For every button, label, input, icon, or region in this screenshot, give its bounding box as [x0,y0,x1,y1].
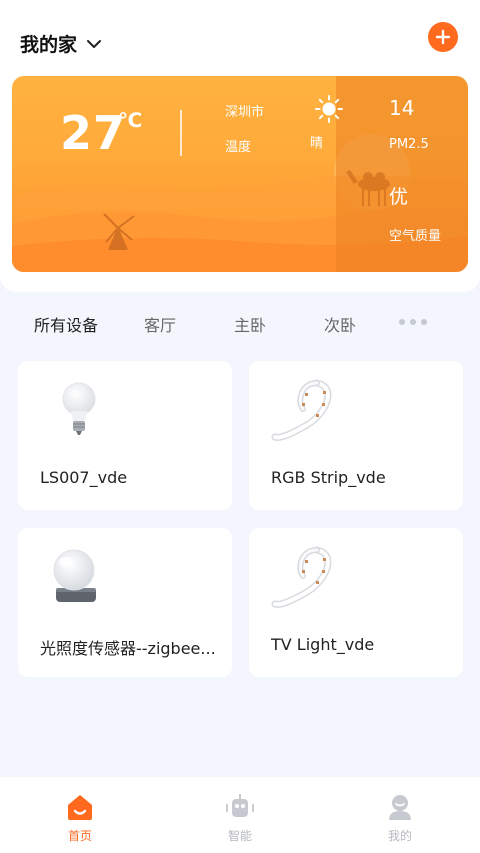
tab-second-bedroom[interactable]: 次卧 [324,312,356,336]
bottom-nav: 首页 智能 我的 [0,777,480,853]
home-selector[interactable]: 我的家 [20,30,103,57]
pm25-label: PM2.5 [389,137,429,152]
weather-card[interactable]: 27 ℃ 深圳市 温度 晴 14 PM2.5 优 空气质量 [12,76,468,272]
robot-icon [226,794,254,817]
tab-all-devices[interactable]: 所有设备 [34,312,98,336]
bulb-icon [62,382,96,435]
led-strip-icon [271,379,332,441]
pm25-value: 14 [389,96,415,120]
divider [180,110,182,156]
city-name: 深圳市 [225,105,265,120]
home-icon [68,795,92,820]
plus-icon [435,29,451,45]
temperature-value: 27 [60,106,127,160]
air-quality-level: 优 [389,186,409,208]
chevron-down-icon [87,39,102,48]
led-strip-icon [271,546,332,608]
header: 我的家 [0,0,480,76]
nav-smart[interactable]: 智能 [195,791,285,849]
device-card[interactable]: LS007_vde [18,361,232,510]
nav-profile[interactable]: 我的 [355,791,445,849]
device-card[interactable]: RGB Strip_vde [249,361,463,510]
nav-home[interactable]: 首页 [35,791,125,849]
device-name: 光照度传感器--zigbee... [40,639,216,658]
light-sensor-icon [53,549,96,602]
humidity-label: 温度 [225,140,252,155]
tab-living-room[interactable]: 客厅 [144,312,176,336]
weather-condition: 晴 [310,136,324,151]
user-icon [389,795,411,820]
add-device-button[interactable] [428,22,458,52]
device-name: RGB Strip_vde [271,468,386,487]
more-dots-icon[interactable] [399,319,427,325]
device-name: TV Light_vde [271,635,375,654]
device-card[interactable]: 光照度传感器--zigbee... [18,528,232,677]
temperature-unit: ℃ [118,108,143,132]
air-quality-label: 空气质量 [389,229,442,244]
device-card[interactable]: TV Light_vde [249,528,463,677]
nav-smart-label: 智能 [227,829,252,843]
device-name: LS007_vde [40,468,128,487]
room-tabs: 所有设备 客厅 主卧 次卧 [0,300,480,344]
nav-profile-label: 我的 [387,829,412,843]
tab-master-bedroom[interactable]: 主卧 [234,312,266,336]
home-name: 我的家 [20,34,78,56]
nav-home-label: 首页 [67,829,92,843]
sun-icon [315,95,343,123]
